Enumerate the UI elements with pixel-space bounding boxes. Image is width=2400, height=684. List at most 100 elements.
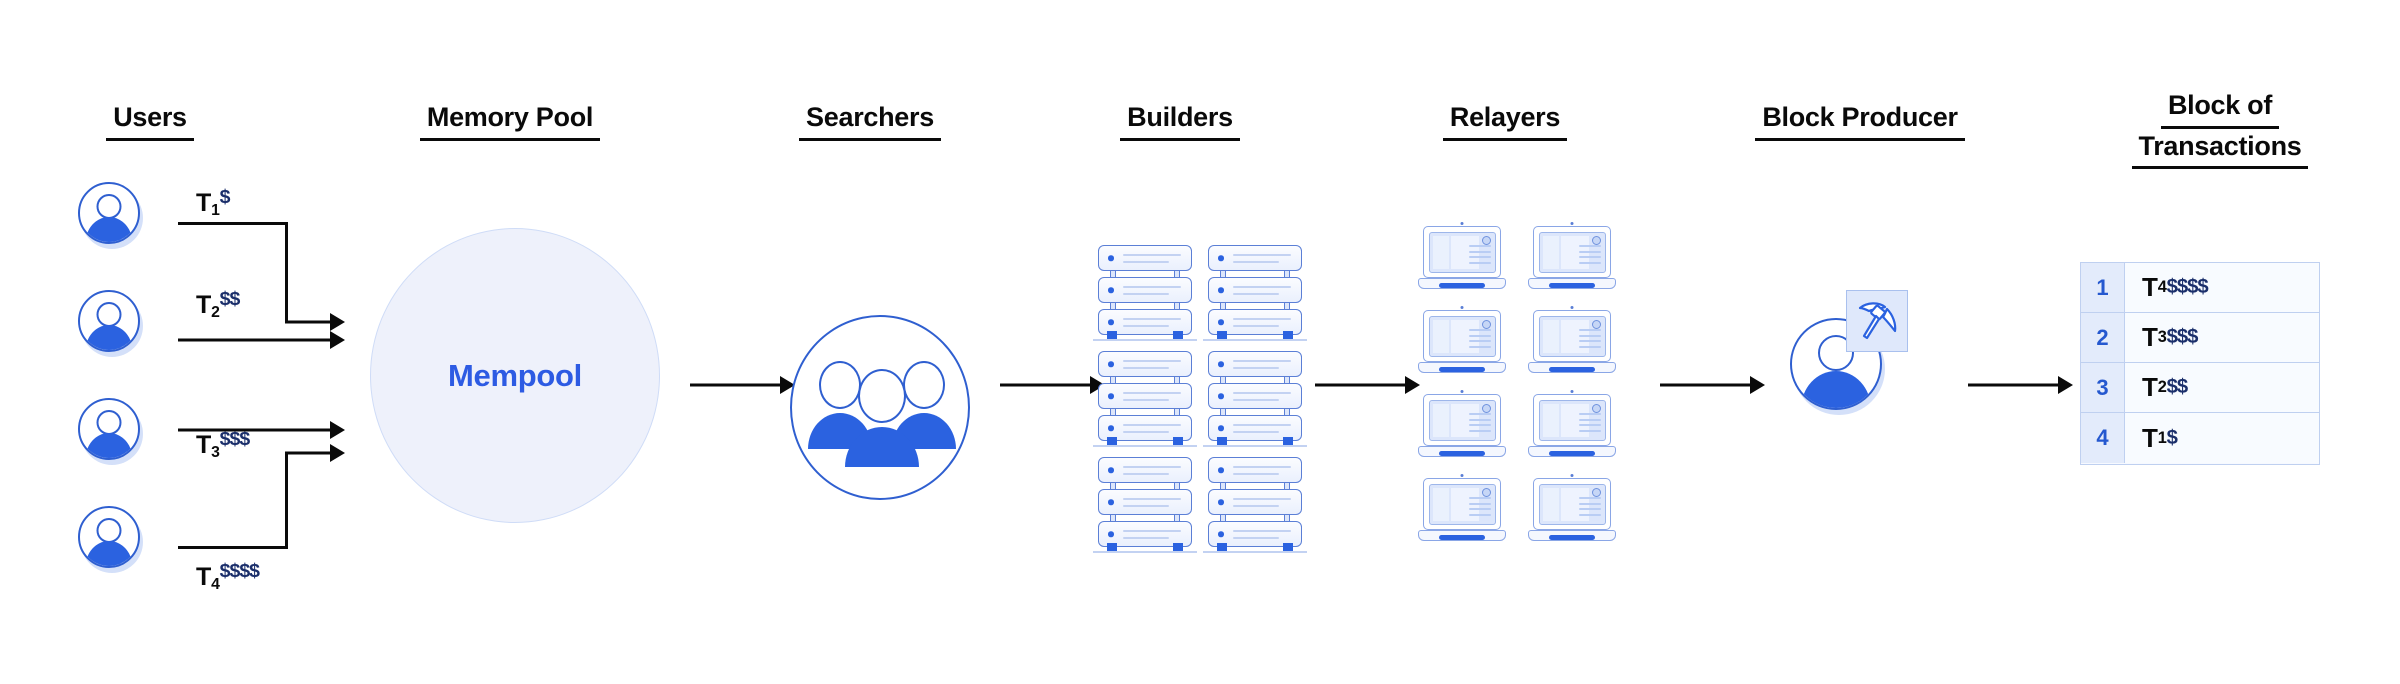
arrow-mempool-to-searchers [690, 375, 800, 395]
laptop-deck [1528, 530, 1616, 541]
column-title-relayers: Relayers [1400, 100, 1610, 141]
laptop-trackpad [1549, 366, 1595, 372]
screen-avatar-icon [1591, 404, 1601, 413]
laptop-screen [1538, 316, 1606, 357]
column-title-memory-pool: Memory Pool [390, 100, 630, 141]
rack-line [1233, 286, 1291, 289]
rack-line [1123, 399, 1169, 402]
screen-lines [1468, 245, 1491, 267]
arrow-head-icon [330, 331, 345, 349]
arrow-head-icon [1750, 376, 1765, 394]
laptop-lid [1533, 474, 1611, 530]
screen-avatar-icon [1481, 320, 1491, 329]
laptop-icon [1418, 222, 1506, 290]
searchers-circle [790, 315, 970, 500]
arrow-relayers-to-block-producer [1660, 375, 1770, 395]
status-dot-icon [1218, 319, 1224, 325]
transaction-label-t2: T2$$ [196, 288, 240, 322]
rack-line [1233, 261, 1279, 264]
status-dot-icon [1108, 499, 1114, 505]
rack-line [1233, 505, 1279, 508]
laptop-camera-icon [1460, 474, 1464, 477]
status-dot-icon [1108, 531, 1114, 537]
laptop-icon [1418, 390, 1506, 458]
laptop-icon [1528, 390, 1616, 458]
screen-sidebar [1542, 236, 1559, 269]
arrow-shaft [690, 383, 780, 387]
connector-t4-horizontal [178, 546, 288, 549]
avatar-body-icon [85, 541, 133, 566]
laptop-camera-icon [1460, 390, 1464, 393]
laptop-trackpad [1439, 282, 1485, 288]
rack-line [1123, 318, 1181, 321]
mev-supply-chain-diagram: Users Memory Pool Searchers Builders Rel… [0, 0, 2400, 684]
laptop-screen [1538, 484, 1606, 525]
rack-line [1233, 537, 1279, 540]
laptop-screen [1428, 400, 1496, 441]
rack-line [1123, 466, 1181, 469]
rack-unit [1208, 489, 1302, 515]
connector-t4-vertical [285, 452, 288, 549]
laptop-icon [1418, 306, 1506, 374]
rack-base [1093, 445, 1197, 447]
laptop-trackpad [1439, 534, 1485, 540]
rack-line [1123, 431, 1169, 434]
rack-line [1233, 530, 1291, 533]
server-rack-icon [1203, 351, 1307, 447]
rack-line [1123, 293, 1169, 296]
arrow-shaft [1315, 383, 1405, 387]
laptop-camera-icon [1570, 390, 1574, 393]
arrow-block-producer-to-block [1968, 375, 2078, 395]
rack-unit [1098, 351, 1192, 377]
rack-line [1233, 325, 1279, 328]
rack-line [1123, 473, 1169, 476]
screen-lines [1578, 329, 1601, 351]
rack-line [1123, 325, 1169, 328]
laptop-deck [1528, 446, 1616, 457]
rack-line [1233, 473, 1279, 476]
status-dot-icon [1108, 319, 1114, 325]
rack-base [1203, 339, 1307, 341]
row-position: 2 [2081, 313, 2125, 362]
user-avatar-icon [78, 398, 140, 460]
pickaxe-icon [1858, 302, 1897, 340]
rack-line [1233, 360, 1291, 363]
avatar-body-icon [85, 325, 133, 350]
row-position: 1 [2081, 263, 2125, 312]
transaction-label-t4: T4$$$$ [196, 560, 260, 594]
laptop-icon [1528, 306, 1616, 374]
user-avatar-1 [78, 182, 140, 244]
arrow-shaft [285, 451, 330, 455]
laptop-screen [1538, 400, 1606, 441]
server-rack-icon [1093, 457, 1197, 553]
screen-sidebar [1542, 488, 1559, 521]
status-dot-icon [1218, 393, 1224, 399]
connector-t1-vertical [285, 222, 288, 322]
laptop-lid [1533, 306, 1611, 362]
status-dot-icon [1218, 255, 1224, 261]
laptop-deck [1418, 446, 1506, 457]
arrow-head-icon [1405, 376, 1420, 394]
screen-sidebar [1542, 320, 1559, 353]
row-position: 3 [2081, 363, 2125, 412]
rack-line [1123, 261, 1169, 264]
laptop-lid [1533, 222, 1611, 278]
user-avatar-3 [78, 398, 140, 460]
rack-line [1123, 530, 1181, 533]
rack-base [1093, 551, 1197, 553]
laptop-deck [1418, 530, 1506, 541]
searcher-head-right-icon [903, 361, 945, 409]
rack-line [1233, 367, 1279, 370]
arrow-shaft [178, 338, 330, 342]
rack-line [1233, 399, 1279, 402]
server-rack-icon [1093, 351, 1197, 447]
laptop-lid [1423, 306, 1501, 362]
arrow-head-icon [2058, 376, 2073, 394]
avatar-head-icon [96, 518, 122, 543]
rack-unit [1098, 489, 1192, 515]
arrow-shaft [1000, 383, 1090, 387]
table-row: 2 T 3 $$$ [2081, 313, 2319, 363]
column-title-builders: Builders [1080, 100, 1280, 141]
arrow-shaft [1968, 383, 2058, 387]
rack-line [1123, 537, 1169, 540]
